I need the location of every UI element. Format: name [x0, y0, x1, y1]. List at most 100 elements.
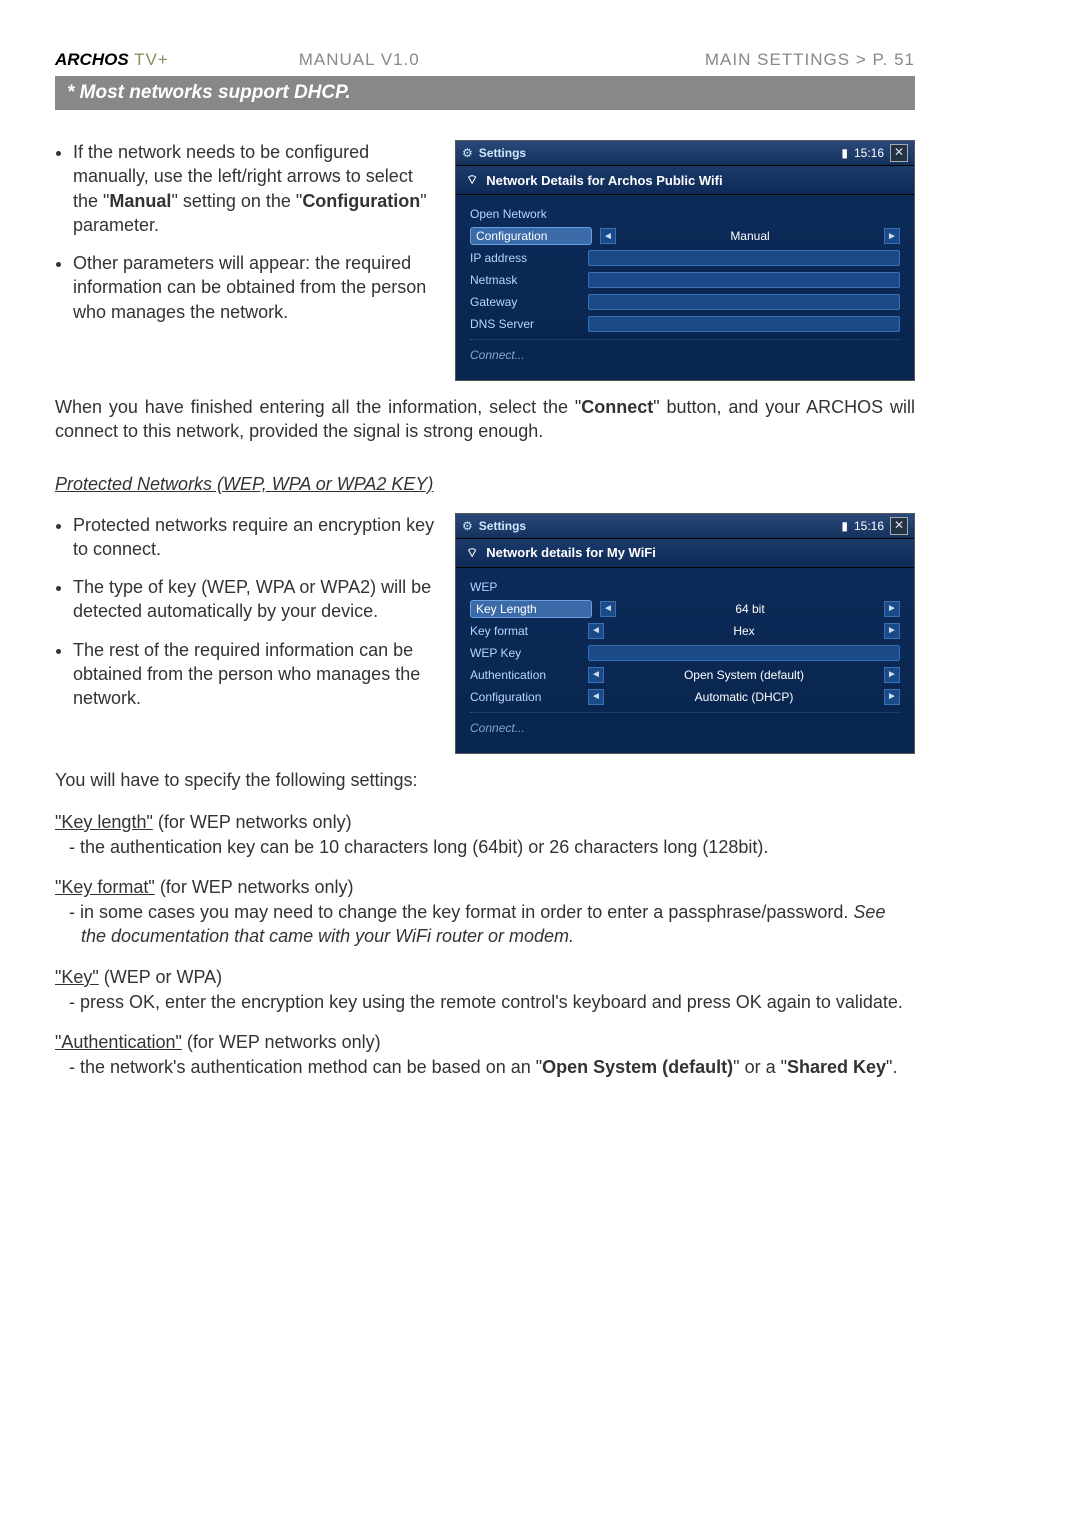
panel-body: Open Network Configuration ◄ Manual ► IP addr… — [456, 195, 914, 380]
panel-title: Settings — [479, 519, 526, 533]
spinner-value: Open System (default) — [610, 668, 878, 682]
value-spinner[interactable]: ◄ Open System (default) ► — [588, 667, 900, 683]
spinner-value: Hex — [610, 624, 878, 638]
connect-button[interactable]: Connect... — [470, 339, 900, 366]
setting-row[interactable]: WEP Key — [470, 642, 900, 664]
text-input[interactable] — [588, 250, 900, 266]
arrow-left-icon[interactable]: ◄ — [588, 667, 604, 683]
spinner-value: 64 bit — [622, 602, 878, 616]
protected-networks-section: Protected networks require an encryption… — [55, 513, 915, 754]
panel-subtitle: ⌔Network Details for Archos Public Wifi — [456, 166, 914, 195]
setting-row[interactable]: Authentication ◄ Open System (default) ► — [470, 664, 900, 686]
spec-intro: You will have to specify the following s… — [55, 768, 915, 792]
spinner-value: Automatic (DHCP) — [610, 690, 878, 704]
setting-label: Key Length — [470, 600, 592, 618]
header-center: MANUAL V1.0 — [169, 50, 705, 70]
setting-label: Configuration — [470, 227, 592, 245]
setting-row[interactable]: IP address — [470, 247, 900, 269]
panel-subtitle: ⌔Network details for My WiFi — [456, 539, 914, 568]
text-input[interactable] — [588, 316, 900, 332]
clock: 15:16 — [854, 519, 884, 533]
arrow-left-icon[interactable]: ◄ — [588, 623, 604, 639]
setting-definition: "Key" (WEP or WPA)- press OK, enter the … — [55, 967, 915, 1014]
protected-networks-text: Protected networks require an encryption… — [55, 513, 435, 725]
setting-label: DNS Server — [470, 317, 580, 331]
value-spinner[interactable]: ◄ Hex ► — [588, 623, 900, 639]
text-input[interactable] — [588, 645, 900, 661]
value-spinner[interactable]: ◄ Automatic (DHCP) ► — [588, 689, 900, 705]
setting-definition-title: "Authentication" (for WEP networks only) — [55, 1032, 915, 1053]
setting-row[interactable]: DNS Server — [470, 313, 900, 335]
panel-titlebar: ⚙ Settings ▮ 15:16 ✕ — [456, 141, 914, 166]
panel-title: Settings — [479, 146, 526, 160]
setting-row[interactable]: WEP — [470, 576, 900, 598]
setting-definition: "Key format" (for WEP networks only)- in… — [55, 877, 915, 949]
settings-panel-my-wifi: ⚙ Settings ▮ 15:16 ✕ ⌔Network details for My … — [455, 513, 915, 754]
breadcrumb: MAIN SETTINGS > P. 51 — [705, 50, 915, 70]
setting-label: Netmask — [470, 273, 580, 287]
arrow-right-icon[interactable]: ► — [884, 601, 900, 617]
bullet: The rest of the required information can… — [73, 638, 435, 711]
setting-label: Configuration — [470, 690, 580, 704]
setting-definition: "Authentication" (for WEP networks only)… — [55, 1032, 915, 1079]
setting-row[interactable]: Key Length ◄ 64 bit ► — [470, 598, 900, 620]
panel-body: WEPKey Length◄64 bit►Key format◄Hex►WEP … — [456, 568, 914, 753]
setting-row[interactable]: Gateway — [470, 291, 900, 313]
setting-label: Authentication — [470, 668, 580, 682]
setting-row[interactable]: Key format◄Hex► — [470, 620, 900, 642]
text-input[interactable] — [588, 294, 900, 310]
panel-titlebar: ⚙ Settings ▮ 15:16 ✕ — [456, 514, 914, 539]
protected-networks-heading: Protected Networks (WEP, WPA or WPA2 KEY… — [55, 474, 915, 495]
manual-config-text: If the network needs to be configured ma… — [55, 140, 435, 338]
setting-definition-line: - the network's authentication method ca… — [69, 1055, 915, 1079]
setting-label: IP address — [470, 251, 580, 265]
wifi-icon: ⌔ — [466, 172, 478, 188]
setting-definition-line: - the authentication key can be 10 chara… — [69, 835, 915, 859]
text-input[interactable] — [588, 272, 900, 288]
arrow-left-icon[interactable]: ◄ — [588, 689, 604, 705]
setting-definition-line: - in some cases you may need to change t… — [69, 900, 915, 949]
setting-label: Gateway — [470, 295, 580, 309]
arrow-left-icon[interactable]: ◄ — [600, 601, 616, 617]
bullet: If the network needs to be configured ma… — [73, 140, 435, 237]
setting-row[interactable]: Configuration ◄ Manual ► — [470, 225, 900, 247]
gear-icon: ⚙ — [462, 519, 473, 533]
value-spinner[interactable]: ◄ Manual ► — [600, 228, 900, 244]
setting-label: Open Network — [470, 207, 580, 221]
setting-definition: "Key length" (for WEP networks only)- th… — [55, 812, 915, 859]
brand-logo: ARCHOS — [55, 50, 129, 69]
gear-icon: ⚙ — [462, 146, 473, 160]
bullet: Other parameters will appear: the requir… — [73, 251, 435, 324]
manual-config-section: If the network needs to be configured ma… — [55, 140, 915, 381]
setting-row[interactable]: Configuration ◄ Automatic (DHCP) ► — [470, 686, 900, 708]
close-icon[interactable]: ✕ — [890, 517, 908, 535]
setting-definition-title: "Key" (WEP or WPA) — [55, 967, 915, 988]
brand-suffix: TV+ — [129, 50, 169, 69]
arrow-right-icon[interactable]: ► — [884, 228, 900, 244]
wifi-icon: ⌔ — [466, 545, 478, 561]
connect-paragraph: When you have finished entering all the … — [55, 395, 915, 444]
setting-row[interactable]: Open Network — [470, 203, 900, 225]
header-left: ARCHOS TV+ — [55, 50, 169, 70]
bullet: Protected networks require an encryption… — [73, 513, 435, 562]
bullet: The type of key (WEP, WPA or WPA2) will … — [73, 575, 435, 624]
battery-icon: ▮ — [841, 519, 848, 533]
spinner-value: Manual — [622, 229, 878, 243]
arrow-right-icon[interactable]: ► — [884, 623, 900, 639]
close-icon[interactable]: ✕ — [890, 144, 908, 162]
arrow-right-icon[interactable]: ► — [884, 667, 900, 683]
dhcp-note-bar: * Most networks support DHCP. — [55, 76, 915, 110]
setting-row[interactable]: Netmask — [470, 269, 900, 291]
connect-button[interactable]: Connect... — [470, 712, 900, 739]
clock: 15:16 — [854, 146, 884, 160]
arrow-left-icon[interactable]: ◄ — [600, 228, 616, 244]
value-spinner[interactable]: ◄ 64 bit ► — [600, 601, 900, 617]
battery-icon: ▮ — [841, 146, 848, 160]
doc-header: ARCHOS TV+ MANUAL V1.0 MAIN SETTINGS > P… — [55, 50, 915, 70]
arrow-right-icon[interactable]: ► — [884, 689, 900, 705]
setting-label: WEP — [470, 580, 580, 594]
setting-definition-title: "Key format" (for WEP networks only) — [55, 877, 915, 898]
settings-panel-open-network: ⚙ Settings ▮ 15:16 ✕ ⌔Network Details for Arc… — [455, 140, 915, 381]
setting-definition-title: "Key length" (for WEP networks only) — [55, 812, 915, 833]
setting-definition-line: - press OK, enter the encryption key usi… — [69, 990, 915, 1014]
